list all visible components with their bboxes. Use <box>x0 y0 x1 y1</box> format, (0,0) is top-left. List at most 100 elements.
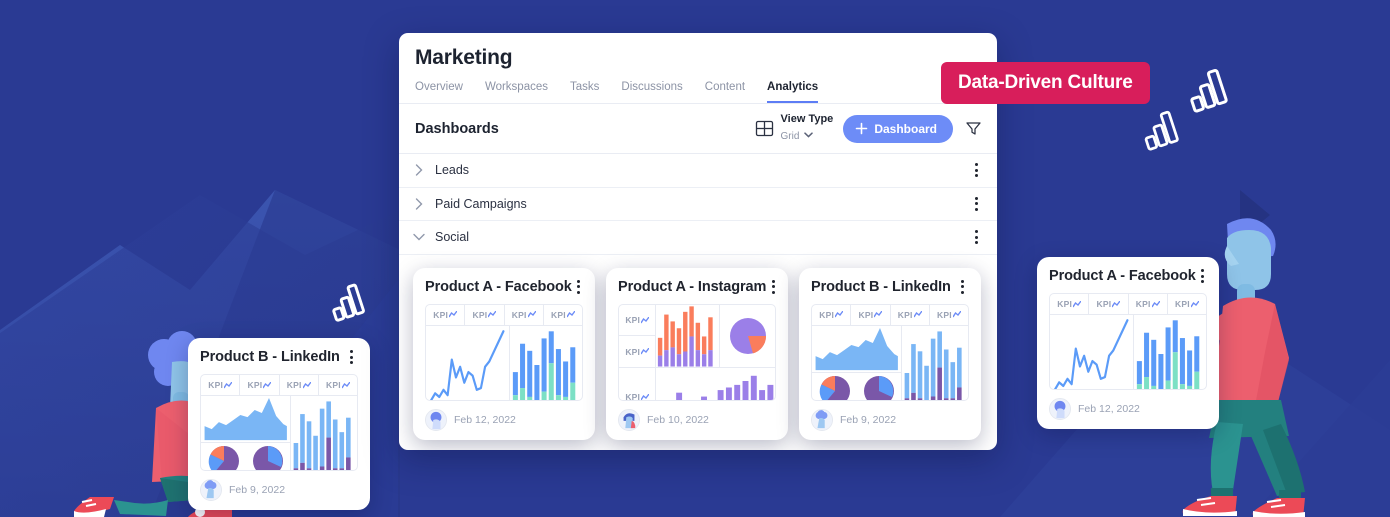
kpi-cell[interactable]: KPI <box>1089 294 1129 314</box>
chevron-right-icon[interactable] <box>411 164 427 176</box>
chart-panes <box>201 396 357 470</box>
kpi-cell[interactable]: KPI <box>280 375 319 395</box>
kebab-menu-icon[interactable] <box>766 279 780 295</box>
dashboard-card-linkedin[interactable]: Product B - LinkedIn KPI KPI KPI KPI Feb… <box>799 267 981 440</box>
avatar-icon <box>200 479 222 501</box>
kpi-sparkline-icon <box>952 311 961 318</box>
group-row-paid-campaigns[interactable]: Paid Campaigns <box>399 188 997 222</box>
dashboards-heading: Dashboards <box>415 120 499 137</box>
chevron-down-icon[interactable] <box>411 233 427 241</box>
kpi-cell[interactable]: KPI <box>240 375 280 395</box>
chart-facebook-stacked-bars[interactable] <box>510 326 582 400</box>
avatar-icon <box>1049 398 1071 420</box>
chart-instagram-stacked-bars[interactable] <box>656 304 721 368</box>
avatar-icon <box>425 408 447 431</box>
tab-discussions[interactable]: Discussions <box>621 81 682 103</box>
card-title: Product B - LinkedIn <box>811 278 951 295</box>
kpi-sparkline-icon <box>641 393 650 400</box>
kpi-label: KPI <box>511 309 527 320</box>
avatar-icon <box>811 408 833 431</box>
kpi-label: KPI <box>286 380 302 390</box>
tab-content[interactable]: Content <box>705 81 745 103</box>
chevron-down-icon[interactable] <box>804 132 813 138</box>
kpi-label: KPI <box>1135 299 1151 309</box>
chart-linkedin-stacked-bars[interactable] <box>902 326 968 400</box>
card-date: Feb 9, 2022 <box>840 413 897 426</box>
tab-workspaces[interactable]: Workspaces <box>485 81 548 103</box>
kpi-cell[interactable]: KPI <box>1050 294 1090 314</box>
group-label: Leads <box>435 163 470 178</box>
filter-icon <box>965 122 981 135</box>
chart-facebook-line[interactable] <box>1050 315 1135 389</box>
kebab-menu-icon[interactable] <box>969 196 983 212</box>
kpi-label: KPI <box>897 309 913 320</box>
page-title: Marketing <box>415 46 513 69</box>
kpi-column: KPI KPI <box>619 304 657 368</box>
floating-card-linkedin[interactable]: Product B - LinkedIn KPI KPI KPI KPI Feb… <box>188 338 370 510</box>
chart-linkedin-stacked-bars[interactable] <box>291 396 357 470</box>
kpi-cell[interactable]: KPI <box>619 305 656 337</box>
card-footer: Feb 9, 2022 <box>200 479 358 501</box>
chart-facebook-line[interactable] <box>426 325 511 400</box>
group-row-social[interactable]: Social <box>399 221 997 255</box>
chart-linkedin-pie-1 <box>819 375 850 400</box>
tab-analytics[interactable]: Analytics <box>767 81 819 103</box>
kpi-cell[interactable]: KPI <box>505 304 544 325</box>
kpi-cell[interactable]: KPI <box>201 375 241 395</box>
kpi-sparkline-icon <box>874 311 883 318</box>
add-dashboard-button[interactable]: Dashboard <box>843 114 953 143</box>
kpi-label: KPI <box>1057 299 1073 309</box>
tab-tasks[interactable]: Tasks <box>570 81 599 103</box>
card-footer: Feb 12, 2022 <box>425 408 583 431</box>
chart-linkedin-pies[interactable] <box>201 443 290 470</box>
chart-linkedin-area[interactable] <box>201 396 291 444</box>
dashboard-card-instagram[interactable]: Product A - Instagram KPI KPI KPI Feb 10… <box>606 267 788 440</box>
kebab-menu-icon[interactable] <box>969 162 983 178</box>
dashboards-toolbar: Dashboards View Type Grid Dashboard <box>399 104 997 155</box>
chart-instagram-pie[interactable] <box>720 305 775 368</box>
shoe-left <box>1182 496 1237 516</box>
chart-facebook-stacked-bars[interactable] <box>1134 315 1206 389</box>
kebab-menu-icon[interactable] <box>572 279 586 295</box>
kpi-row: KPI KPI KPI KPI <box>426 304 582 326</box>
kpi-sparkline-icon <box>341 381 350 388</box>
kebab-menu-icon[interactable] <box>955 279 969 295</box>
card-footer: Feb 10, 2022 <box>618 408 776 431</box>
kebab-menu-icon[interactable] <box>969 229 983 245</box>
card-chart-area: KPI KPI KPI KPI <box>200 374 358 471</box>
kpi-cell[interactable]: KPI <box>1129 294 1168 314</box>
kpi-cell[interactable]: KPI <box>319 375 357 395</box>
kpi-cell[interactable]: KPI <box>1168 294 1206 314</box>
card-title: Product B - LinkedIn <box>200 349 340 365</box>
kpi-cell[interactable]: KPI <box>426 304 466 325</box>
kpi-sparkline-icon <box>913 311 922 318</box>
kpi-cell[interactable]: KPI <box>544 305 582 325</box>
kpi-label: KPI <box>247 380 263 390</box>
chart-panes-bottom: KPI <box>619 367 775 400</box>
chart-linkedin-area[interactable] <box>812 326 902 373</box>
chart-linkedin-pies[interactable] <box>812 373 901 400</box>
kpi-label: KPI <box>1174 299 1190 309</box>
filter-button[interactable] <box>963 119 983 139</box>
dashboard-card-facebook[interactable]: Product A - Facebook KPI KPI KPI KPI Feb… <box>413 267 595 440</box>
kpi-cell[interactable]: KPI <box>930 305 968 325</box>
floating-card-facebook[interactable]: Product A - Facebook KPI KPI KPI KPI Feb… <box>1037 257 1219 429</box>
chevron-right-icon[interactable] <box>411 198 427 210</box>
kpi-cell[interactable]: KPI <box>619 336 655 367</box>
kpi-sparkline-icon <box>835 311 844 318</box>
kpi-label: KPI <box>1096 299 1112 309</box>
kebab-menu-icon[interactable] <box>344 349 358 365</box>
kpi-cell[interactable]: KPI <box>851 304 891 325</box>
group-row-leads[interactable]: Leads <box>399 154 997 188</box>
card-date: Feb 12, 2022 <box>1078 403 1140 415</box>
kpi-cell[interactable]: KPI <box>465 304 505 325</box>
kpi-sparkline-icon <box>263 381 272 388</box>
tab-overview[interactable]: Overview <box>415 81 463 103</box>
kpi-cell[interactable]: KPI <box>891 304 930 325</box>
kebab-menu-icon[interactable] <box>1196 268 1210 284</box>
view-type-value: Grid <box>780 130 800 142</box>
kpi-cell[interactable]: KPI <box>812 304 852 325</box>
kpi-cell[interactable]: KPI <box>619 368 657 400</box>
view-type-control[interactable]: View Type Grid <box>755 113 833 144</box>
chart-instagram-bottom-bars[interactable] <box>656 368 775 400</box>
